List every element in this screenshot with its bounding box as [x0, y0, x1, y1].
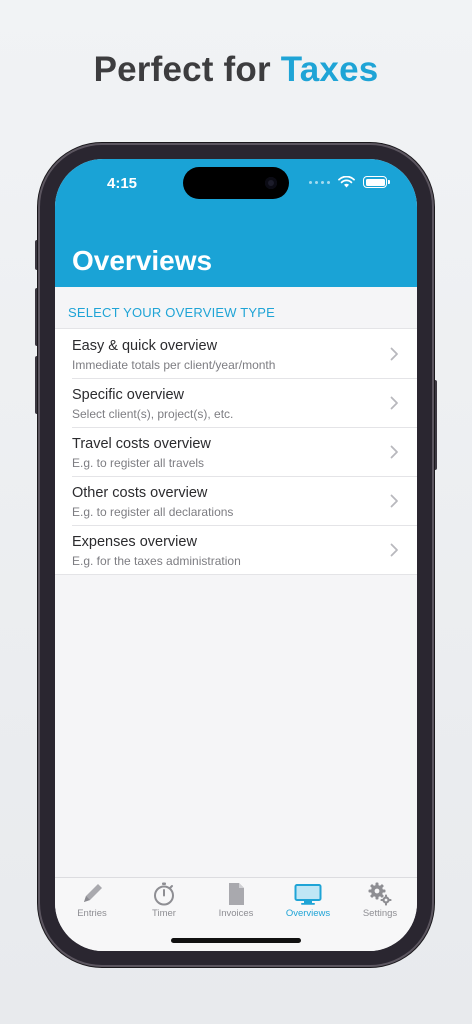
tab-settings[interactable]: Settings	[344, 882, 416, 919]
tab-label: Invoices	[218, 908, 254, 919]
status-time: 4:15	[107, 175, 138, 192]
overview-item-expenses[interactable]: Expenses overview E.g. for the taxes adm…	[55, 525, 417, 574]
list-item-title: Expenses overview	[72, 534, 197, 550]
marketing-headline: Perfect for Taxes	[0, 50, 472, 90]
list-item-title: Other costs overview	[72, 485, 208, 501]
signal-icon	[309, 180, 330, 184]
list-item-subtitle: E.g. for the taxes administration	[72, 554, 241, 568]
tab-label: Timer	[152, 908, 176, 919]
tab-label: Settings	[362, 908, 398, 919]
chevron-right-icon	[390, 396, 398, 410]
gears-icon	[368, 882, 392, 906]
list-item-title: Specific overview	[72, 387, 185, 403]
chevron-right-icon	[390, 494, 398, 508]
list-item-subtitle: E.g. to register all travels	[72, 456, 205, 470]
headline-accent: Taxes	[280, 50, 379, 89]
tab-entries[interactable]: Entries	[56, 882, 128, 919]
tab-label: Overviews	[285, 908, 331, 919]
phone-frame: 4:15 Overviews SELECT YOUR OVERVIEW TYPE…	[40, 145, 432, 965]
battery-icon	[363, 176, 390, 188]
document-icon	[229, 883, 244, 905]
overview-item-easy[interactable]: Easy & quick overview Immediate totals p…	[55, 329, 417, 378]
app-bar: 4:15 Overviews	[55, 159, 417, 287]
page-title: Overviews	[72, 245, 213, 276]
tab-bar: Entries Timer Invoices Overviews Setting…	[55, 877, 417, 951]
dynamic-island	[183, 167, 289, 199]
stopwatch-icon	[154, 882, 174, 906]
tab-overviews[interactable]: Overviews	[272, 882, 344, 919]
list-item-title: Easy & quick overview	[72, 338, 218, 354]
pencil-icon	[84, 884, 102, 902]
overview-item-other-costs[interactable]: Other costs overview E.g. to register al…	[55, 476, 417, 525]
status-icons	[309, 176, 390, 188]
camera-icon	[265, 177, 277, 189]
tab-label: Entries	[77, 908, 107, 919]
section-header: SELECT YOUR OVERVIEW TYPE	[68, 305, 276, 320]
overview-content: SELECT YOUR OVERVIEW TYPE Easy & quick o…	[55, 287, 417, 877]
overview-item-travel-costs[interactable]: Travel costs overview E.g. to register a…	[55, 427, 417, 476]
list-item-subtitle: E.g. to register all declarations	[72, 505, 234, 519]
wifi-icon	[338, 176, 355, 188]
home-indicator	[171, 938, 301, 943]
monitor-icon	[294, 884, 322, 905]
tab-invoices[interactable]: Invoices	[200, 882, 272, 919]
list-item-subtitle: Select client(s), project(s), etc.	[72, 407, 234, 421]
chevron-right-icon	[390, 543, 398, 557]
list-item-subtitle: Immediate totals per client/year/month	[72, 358, 276, 372]
overview-type-list: Easy & quick overview Immediate totals p…	[55, 328, 417, 575]
chevron-right-icon	[390, 445, 398, 459]
tab-timer[interactable]: Timer	[128, 882, 200, 919]
overview-item-specific[interactable]: Specific overview Select client(s), proj…	[55, 378, 417, 427]
phone-power-button	[432, 380, 437, 470]
list-item-title: Travel costs overview	[72, 436, 211, 452]
phone-screen: 4:15 Overviews SELECT YOUR OVERVIEW TYPE…	[55, 159, 417, 951]
headline-prefix: Perfect for	[93, 50, 271, 89]
chevron-right-icon	[390, 347, 398, 361]
